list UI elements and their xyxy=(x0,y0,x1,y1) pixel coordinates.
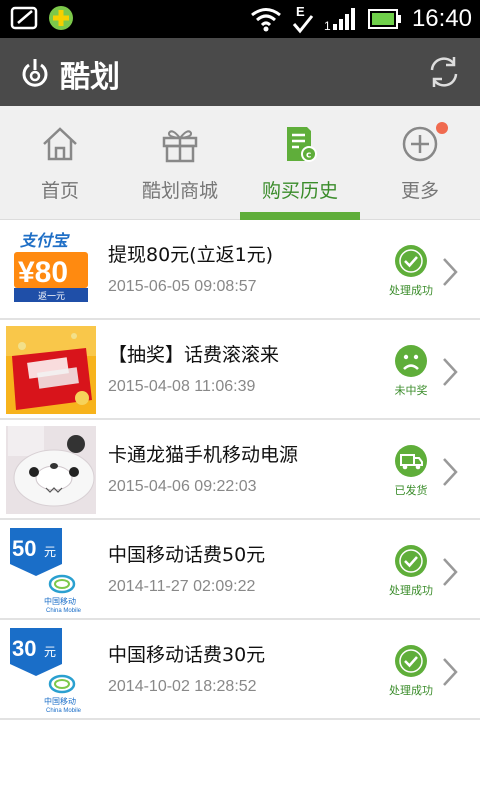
tab-more[interactable]: 更多 xyxy=(360,106,480,220)
status-bar: E 1 16:40 xyxy=(0,0,480,38)
order-time: 2015-04-08 11:06:39 xyxy=(108,378,256,395)
plus-circle-icon xyxy=(402,126,438,162)
thumb-unit: 元 xyxy=(44,545,56,559)
thumb-brand-en: China Mobile xyxy=(46,608,82,614)
home-icon xyxy=(43,127,77,161)
order-title: 卡通龙猫手机移动电源 xyxy=(108,444,299,466)
thumb-unit: 元 xyxy=(44,645,56,659)
active-tab-indicator xyxy=(240,212,360,220)
clock: 16:40 xyxy=(411,5,472,32)
network-e-icon: E xyxy=(292,4,314,34)
sad-face-icon xyxy=(395,345,427,377)
chevron-right-icon xyxy=(443,358,458,386)
refresh-icon[interactable] xyxy=(426,54,462,90)
wifi-icon xyxy=(251,8,281,32)
battery-icon xyxy=(367,9,401,29)
thumb-brand: 中国移动 xyxy=(44,596,76,606)
chevron-right-icon xyxy=(443,458,458,486)
order-time: 2015-04-06 09:22:03 xyxy=(108,478,257,495)
thumb-amount: 50 xyxy=(12,536,36,561)
alipay-thumbnail: 支付宝 ¥80 返一元 xyxy=(6,226,96,314)
order-row[interactable]: 50 元 中国移动 China Mobile 中国移动话费50元 2014-11… xyxy=(0,520,480,620)
gift-icon xyxy=(162,130,198,163)
chevron-right-icon xyxy=(443,258,458,286)
thumb-amount: 30 xyxy=(12,636,36,661)
order-status-text: 已发货 xyxy=(394,484,428,497)
alipay-amount-text: ¥80 xyxy=(18,256,68,289)
order-row[interactable]: 支付宝 ¥80 返一元 提现80元(立返1元) 2015-06-05 09:08… xyxy=(0,220,480,320)
order-status-text: 未中奖 xyxy=(394,384,428,397)
order-row[interactable]: 卡通龙猫手机移动电源 2015-04-06 09:22:03 已发货 xyxy=(0,420,480,520)
order-time: 2014-11-27 02:09:22 xyxy=(108,578,256,595)
app-title: 酷划 xyxy=(60,60,120,95)
svg-text:c: c xyxy=(306,151,311,161)
order-status: 处理成功 xyxy=(380,644,442,698)
sim-card-icon xyxy=(10,6,38,30)
tab-label: 首页 xyxy=(40,180,79,202)
receipt-icon: c xyxy=(287,127,317,162)
chevron-right-icon xyxy=(443,658,458,686)
order-time: 2014-10-02 18:28:52 xyxy=(108,678,257,695)
thumb-brand-en: China Mobile xyxy=(46,708,82,714)
order-status: 已发货 xyxy=(380,444,442,498)
alipay-sub-text: 返一元 xyxy=(38,290,65,302)
order-status-text: 处理成功 xyxy=(389,284,433,297)
china-mobile-50-thumbnail: 50 元 中国移动 China Mobile xyxy=(6,526,96,614)
chevron-right-icon xyxy=(443,558,458,586)
order-status: 处理成功 xyxy=(380,544,442,598)
app-notification-icon xyxy=(49,6,73,30)
order-row[interactable]: 30 元 中国移动 China Mobile 中国移动话费30元 2014-10… xyxy=(0,620,480,720)
app-bar: 酷划 xyxy=(0,38,480,106)
tab-label: 酷划商城 xyxy=(141,180,218,202)
order-time: 2015-06-05 09:08:57 xyxy=(108,278,257,295)
purchase-history-list: 支付宝 ¥80 返一元 提现80元(立返1元) 2015-06-05 09:08… xyxy=(0,220,480,720)
thumb-brand: 中国移动 xyxy=(44,696,76,706)
power-bank-thumbnail xyxy=(6,426,96,514)
truck-icon xyxy=(395,445,427,477)
order-status: 未中奖 xyxy=(380,344,442,398)
order-status-text: 处理成功 xyxy=(389,684,433,697)
order-status: 处理成功 xyxy=(380,244,442,298)
order-title: 中国移动话费50元 xyxy=(108,544,266,566)
check-icon xyxy=(395,245,427,277)
tab-bar: 首页 酷划商城 c 购买历史 更多 xyxy=(0,106,480,220)
svg-text:E: E xyxy=(296,4,305,19)
lottery-thumbnail xyxy=(6,326,96,414)
tab-purchase-history[interactable]: c 购买历史 xyxy=(240,106,360,220)
notification-dot xyxy=(436,122,448,134)
order-title: 【抽奖】话费滚滚来 xyxy=(108,344,280,366)
tab-label: 购买历史 xyxy=(261,180,338,202)
alipay-brand-text: 支付宝 xyxy=(20,231,70,250)
app-logo-icon xyxy=(22,59,48,87)
order-title: 中国移动话费30元 xyxy=(108,644,266,666)
check-icon xyxy=(395,545,427,577)
svg-text:1: 1 xyxy=(324,19,331,32)
order-status-text: 处理成功 xyxy=(389,584,433,597)
tab-mall[interactable]: 酷划商城 xyxy=(120,106,240,220)
check-icon xyxy=(395,645,427,677)
china-mobile-30-thumbnail: 30 元 中国移动 China Mobile xyxy=(6,626,96,714)
order-title: 提现80元(立返1元) xyxy=(108,244,274,266)
signal-icon: 1 xyxy=(324,8,355,32)
tab-label: 更多 xyxy=(400,180,439,202)
order-row[interactable]: 【抽奖】话费滚滚来 2015-04-08 11:06:39 未中奖 xyxy=(0,320,480,420)
tab-home[interactable]: 首页 xyxy=(0,106,120,220)
